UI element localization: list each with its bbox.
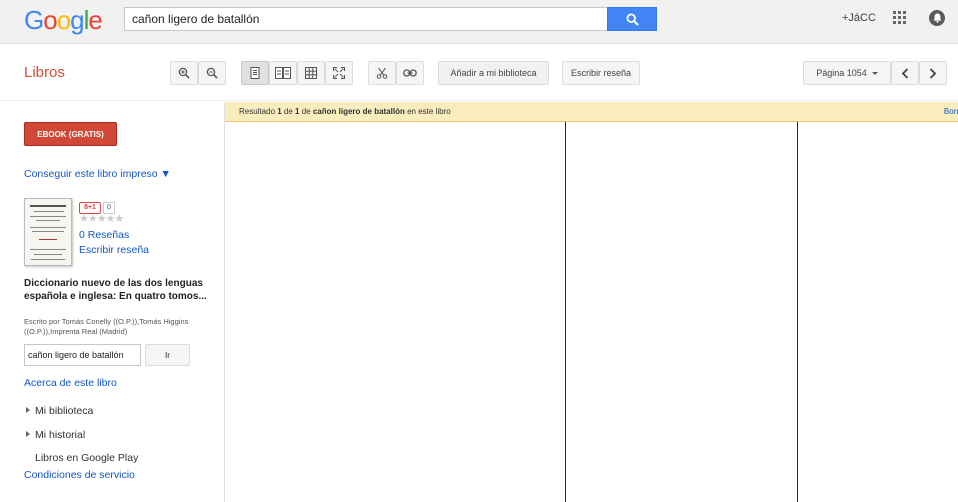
get-print-book-link[interactable]: Conseguir este libro impreso ▼	[24, 168, 171, 180]
fullscreen-button[interactable]	[325, 61, 353, 85]
search-in-book-input[interactable]	[24, 344, 141, 366]
zoom-out-button[interactable]	[198, 61, 226, 85]
chevron-left-icon	[901, 67, 909, 79]
logo-letter: g	[70, 5, 85, 35]
zoom-out-icon	[206, 67, 218, 79]
reviews-link[interactable]: 0 Reseñas	[79, 229, 129, 241]
result-of: de	[281, 107, 296, 116]
nav-label: Mi historial	[35, 429, 86, 441]
thumbnail-view-button[interactable]	[297, 61, 325, 85]
chevron-right-icon	[929, 67, 937, 79]
book-cover-thumbnail[interactable]	[24, 198, 72, 266]
book-title: Diccionario nuevo de las dos lenguas esp…	[24, 278, 207, 302]
ebook-free-button[interactable]: EBOOK (GRATIS)	[24, 122, 117, 146]
previous-page-button[interactable]	[891, 61, 919, 85]
two-page-view-button[interactable]	[269, 61, 297, 85]
nav-label: Mi biblioteca	[35, 405, 94, 417]
result-query: cañon ligero de batallón	[312, 107, 405, 116]
search-input[interactable]	[124, 7, 608, 31]
single-page-icon	[250, 67, 260, 79]
page-label: Página 1054	[816, 68, 867, 78]
book-viewer: Resultado 1 de 1 de cañon ligero de bata…	[224, 102, 958, 502]
link-icon	[403, 69, 417, 77]
terms-of-service-link[interactable]: Condiciones de servicio	[24, 469, 135, 481]
expand-triangle-icon	[26, 407, 30, 413]
nav-my-library[interactable]: Mi biblioteca	[26, 405, 93, 417]
result-de: de	[299, 107, 313, 116]
two-page-icon	[275, 67, 291, 79]
top-bar: Google +JáCC	[0, 0, 958, 44]
user-link[interactable]: +JáCC	[842, 12, 876, 24]
scissors-icon	[376, 67, 388, 79]
section-title[interactable]: Libros	[24, 64, 65, 81]
column-divider	[565, 122, 566, 502]
write-review-button[interactable]: Escribir reseña	[562, 61, 640, 85]
chevron-down-icon	[871, 71, 878, 75]
scanned-page	[225, 122, 958, 502]
search-result-bar: Resultado 1 de 1 de cañon ligero de bata…	[225, 102, 958, 122]
result-prefix: Resultado	[239, 107, 278, 116]
book-authors: Escrito por Tomás Conelly ((O.P.)),Tomás…	[24, 317, 189, 336]
logo-letter: o	[43, 5, 58, 35]
apps-grid-icon[interactable]	[893, 11, 907, 25]
logo-letter: o	[56, 5, 72, 35]
next-page-button[interactable]	[919, 61, 947, 85]
google-logo[interactable]: Google	[24, 5, 103, 36]
fullscreen-icon	[333, 67, 345, 79]
result-suffix: en este libro	[404, 107, 451, 116]
zoom-in-button[interactable]	[170, 61, 198, 85]
single-page-view-button[interactable]	[241, 61, 269, 85]
expand-triangle-icon	[26, 431, 30, 437]
notifications-bell-icon[interactable]	[929, 10, 945, 26]
about-book-link[interactable]: Acerca de este libro	[24, 377, 117, 389]
rating-stars: ★★★★★	[79, 213, 124, 225]
search-icon	[625, 12, 639, 26]
logo-letter: G	[24, 5, 44, 35]
column-divider	[797, 122, 798, 502]
grid-view-icon	[305, 67, 317, 79]
search-button[interactable]	[607, 7, 657, 31]
logo-letter: e	[88, 5, 103, 35]
zoom-in-icon	[178, 67, 190, 79]
page-selector[interactable]: Página 1054	[803, 61, 891, 85]
search-in-book-button[interactable]: Ir	[145, 344, 190, 366]
add-to-library-button[interactable]: Añadir a mi biblioteca	[438, 61, 549, 85]
book-sidebar: EBOOK (GRATIS) Conseguir este libro impr…	[0, 102, 224, 502]
clip-button[interactable]	[368, 61, 396, 85]
books-toolbar: Libros Añadir a mi biblioteca Escribir r…	[0, 44, 958, 101]
nav-my-history[interactable]: Mi historial	[26, 429, 85, 441]
write-review-link[interactable]: Escribir reseña	[79, 244, 149, 256]
clear-search-link[interactable]: Borr	[944, 102, 958, 122]
link-button[interactable]	[396, 61, 424, 85]
google-play-books-link[interactable]: Libros en Google Play	[35, 452, 138, 464]
